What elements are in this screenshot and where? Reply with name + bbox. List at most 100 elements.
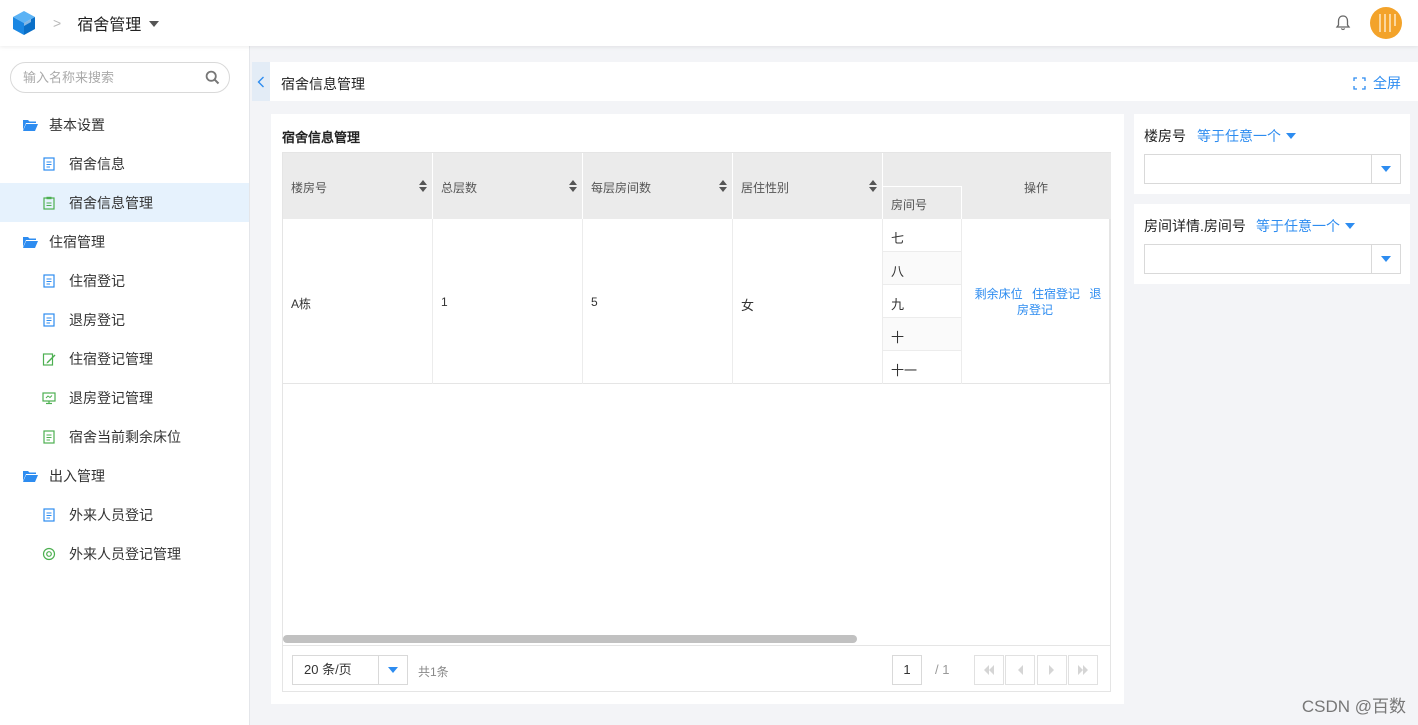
room-number-cell: 十 <box>883 318 962 351</box>
sidebar-item-remaining-beds[interactable]: 宿舍当前剩余床位 <box>0 417 249 456</box>
table-row[interactable]: A栋 1 5 女 七 八 九 十 十一 剩余床位 住宿登记 退房登记 <box>283 219 1111 384</box>
sidebar-group-access[interactable]: 出入管理 <box>0 456 249 495</box>
top-bar: > 宿舍管理 <box>0 0 1418 46</box>
filter-operator-dropdown[interactable]: 等于任意一个 <box>1256 216 1355 236</box>
sidebar-item-visitor-registration[interactable]: 外来人员登记 <box>0 495 249 534</box>
avatar[interactable] <box>1370 7 1402 39</box>
document-icon <box>43 156 55 171</box>
data-card: 宿舍信息管理 楼房号 总层数 每层房间数 居住性别 房间号 操作 A栋 1 5 … <box>271 114 1124 704</box>
filter-operator-label: 等于任意一个 <box>1197 128 1281 144</box>
sidebar-item-check-out-management[interactable]: 退房登记管理 <box>0 378 249 417</box>
pagination: 20 条/页 共1条 1 / 1 <box>283 645 1111 692</box>
column-header-floors[interactable]: 总层数 <box>433 153 583 219</box>
document-icon <box>43 273 55 288</box>
cell-value: 5 <box>591 295 598 309</box>
cell-building: A栋 <box>283 219 433 384</box>
sidebar-item-check-out[interactable]: 退房登记 <box>0 300 249 339</box>
cell-gender: 女 <box>733 219 883 384</box>
search-input[interactable] <box>23 70 193 85</box>
sidebar-item-label: 基本设置 <box>49 116 105 133</box>
total-count: 共1条 <box>418 665 449 679</box>
collapse-sidebar-button[interactable] <box>252 62 270 101</box>
expand-icon <box>1353 76 1366 90</box>
target-icon <box>42 547 56 560</box>
filter-select-room-number[interactable] <box>1144 244 1401 274</box>
sort-icon[interactable] <box>569 180 577 192</box>
column-header-actions: 操作 <box>1024 181 1049 195</box>
last-page-icon <box>1078 665 1088 675</box>
page-size-select[interactable]: 20 条/页 <box>292 655 408 685</box>
cell-floors: 1 <box>433 219 583 384</box>
filter-label: 楼房号 <box>1144 128 1186 144</box>
column-header-building[interactable]: 楼房号 <box>283 153 433 219</box>
sort-icon[interactable] <box>869 180 877 192</box>
column-header-label: 总层数 <box>441 181 478 195</box>
fullscreen-button[interactable]: 全屏 <box>1353 73 1401 93</box>
cell-room-details: 七 八 九 十 十一 剩余床位 住宿登记 退房登记 <box>883 219 1111 384</box>
sidebar-item-label: 退房登记管理 <box>69 389 153 406</box>
first-page-button[interactable] <box>974 655 1004 685</box>
page-title: 宿舍信息管理 <box>281 76 365 92</box>
edit-icon <box>42 352 56 366</box>
sidebar-item-label: 宿舍信息 <box>69 155 125 172</box>
prev-page-icon <box>1018 665 1023 675</box>
sidebar-item-dorm-info[interactable]: 宿舍信息 <box>0 144 249 183</box>
dropdown-arrow-icon[interactable] <box>1371 155 1400 183</box>
sidebar-item-label: 宿舍信息管理 <box>69 194 153 211</box>
search-box <box>10 62 230 93</box>
sidebar-item-label: 出入管理 <box>49 467 105 484</box>
next-page-button[interactable] <box>1037 655 1067 685</box>
column-header-room-number[interactable]: 房间号 <box>883 186 962 219</box>
sort-icon[interactable] <box>419 180 427 192</box>
sidebar-item-label: 退房登记 <box>69 311 125 328</box>
cell-value: A栋 <box>291 297 312 311</box>
folder-open-icon <box>23 236 38 248</box>
cube-logo-icon[interactable] <box>11 10 37 36</box>
check-in-link[interactable]: 住宿登记 <box>1032 287 1080 301</box>
document-icon <box>43 507 55 522</box>
caret-down-icon <box>1345 223 1355 229</box>
sidebar-item-check-in[interactable]: 住宿登记 <box>0 261 249 300</box>
chevron-left-icon <box>257 76 264 87</box>
bell-icon[interactable] <box>1334 14 1352 32</box>
sidebar-item-label: 住宿登记管理 <box>69 350 153 367</box>
sidebar-group-basic-settings[interactable]: 基本设置 <box>0 105 249 144</box>
total-pages: / 1 <box>935 662 950 677</box>
watermark: CSDN @百数 <box>1301 697 1406 716</box>
filter-panel-room-number: 房间详情.房间号 等于任意一个 <box>1134 204 1410 284</box>
room-number-cell: 十一 <box>883 351 962 384</box>
document-icon <box>43 312 55 327</box>
column-header-rooms-per-floor[interactable]: 每层房间数 <box>583 153 733 219</box>
sidebar-menu: 基本设置 宿舍信息 宿舍信息管理 住宿管理 住宿登记 退房登记 住宿登记管理 退… <box>0 105 249 573</box>
app-title[interactable]: 宿舍管理 <box>77 11 141 35</box>
sidebar-item-check-in-management[interactable]: 住宿登记管理 <box>0 339 249 378</box>
filter-label: 房间详情.房间号 <box>1144 218 1246 234</box>
room-number-cell: 八 <box>883 252 962 285</box>
sidebar-item-label: 宿舍当前剩余床位 <box>69 428 181 445</box>
column-header-gender[interactable]: 居住性别 <box>733 153 883 219</box>
sidebar-item-label: 外来人员登记 <box>69 506 153 523</box>
dropdown-arrow-icon[interactable] <box>1371 245 1400 273</box>
dropdown-arrow-icon[interactable] <box>379 667 407 673</box>
cell-rooms-per-floor: 5 <box>583 219 733 384</box>
folder-open-icon <box>23 119 38 131</box>
sort-icon[interactable] <box>719 180 727 192</box>
remaining-beds-link[interactable]: 剩余床位 <box>975 287 1023 301</box>
current-page-input[interactable]: 1 <box>892 655 922 685</box>
prev-page-button[interactable] <box>1005 655 1035 685</box>
sidebar-item-dorm-info-management[interactable]: 宿舍信息管理 <box>0 183 249 222</box>
horizontal-scrollbar[interactable] <box>283 635 857 643</box>
filter-select-building[interactable] <box>1144 154 1401 184</box>
room-number-cell: 九 <box>883 285 962 318</box>
filter-operator-dropdown[interactable]: 等于任意一个 <box>1197 126 1296 146</box>
chevron-down-icon[interactable] <box>149 21 160 27</box>
sidebar-group-accommodation[interactable]: 住宿管理 <box>0 222 249 261</box>
last-page-button[interactable] <box>1068 655 1098 685</box>
card-title: 宿舍信息管理 <box>282 130 361 145</box>
filter-operator-label: 等于任意一个 <box>1256 218 1340 234</box>
page-header: 宿舍信息管理 全屏 <box>270 62 1418 101</box>
sidebar-item-label: 外来人员登记管理 <box>69 545 181 562</box>
search-icon[interactable] <box>205 70 220 85</box>
folder-open-icon <box>23 470 38 482</box>
sidebar-item-visitor-management[interactable]: 外来人员登记管理 <box>0 534 249 573</box>
